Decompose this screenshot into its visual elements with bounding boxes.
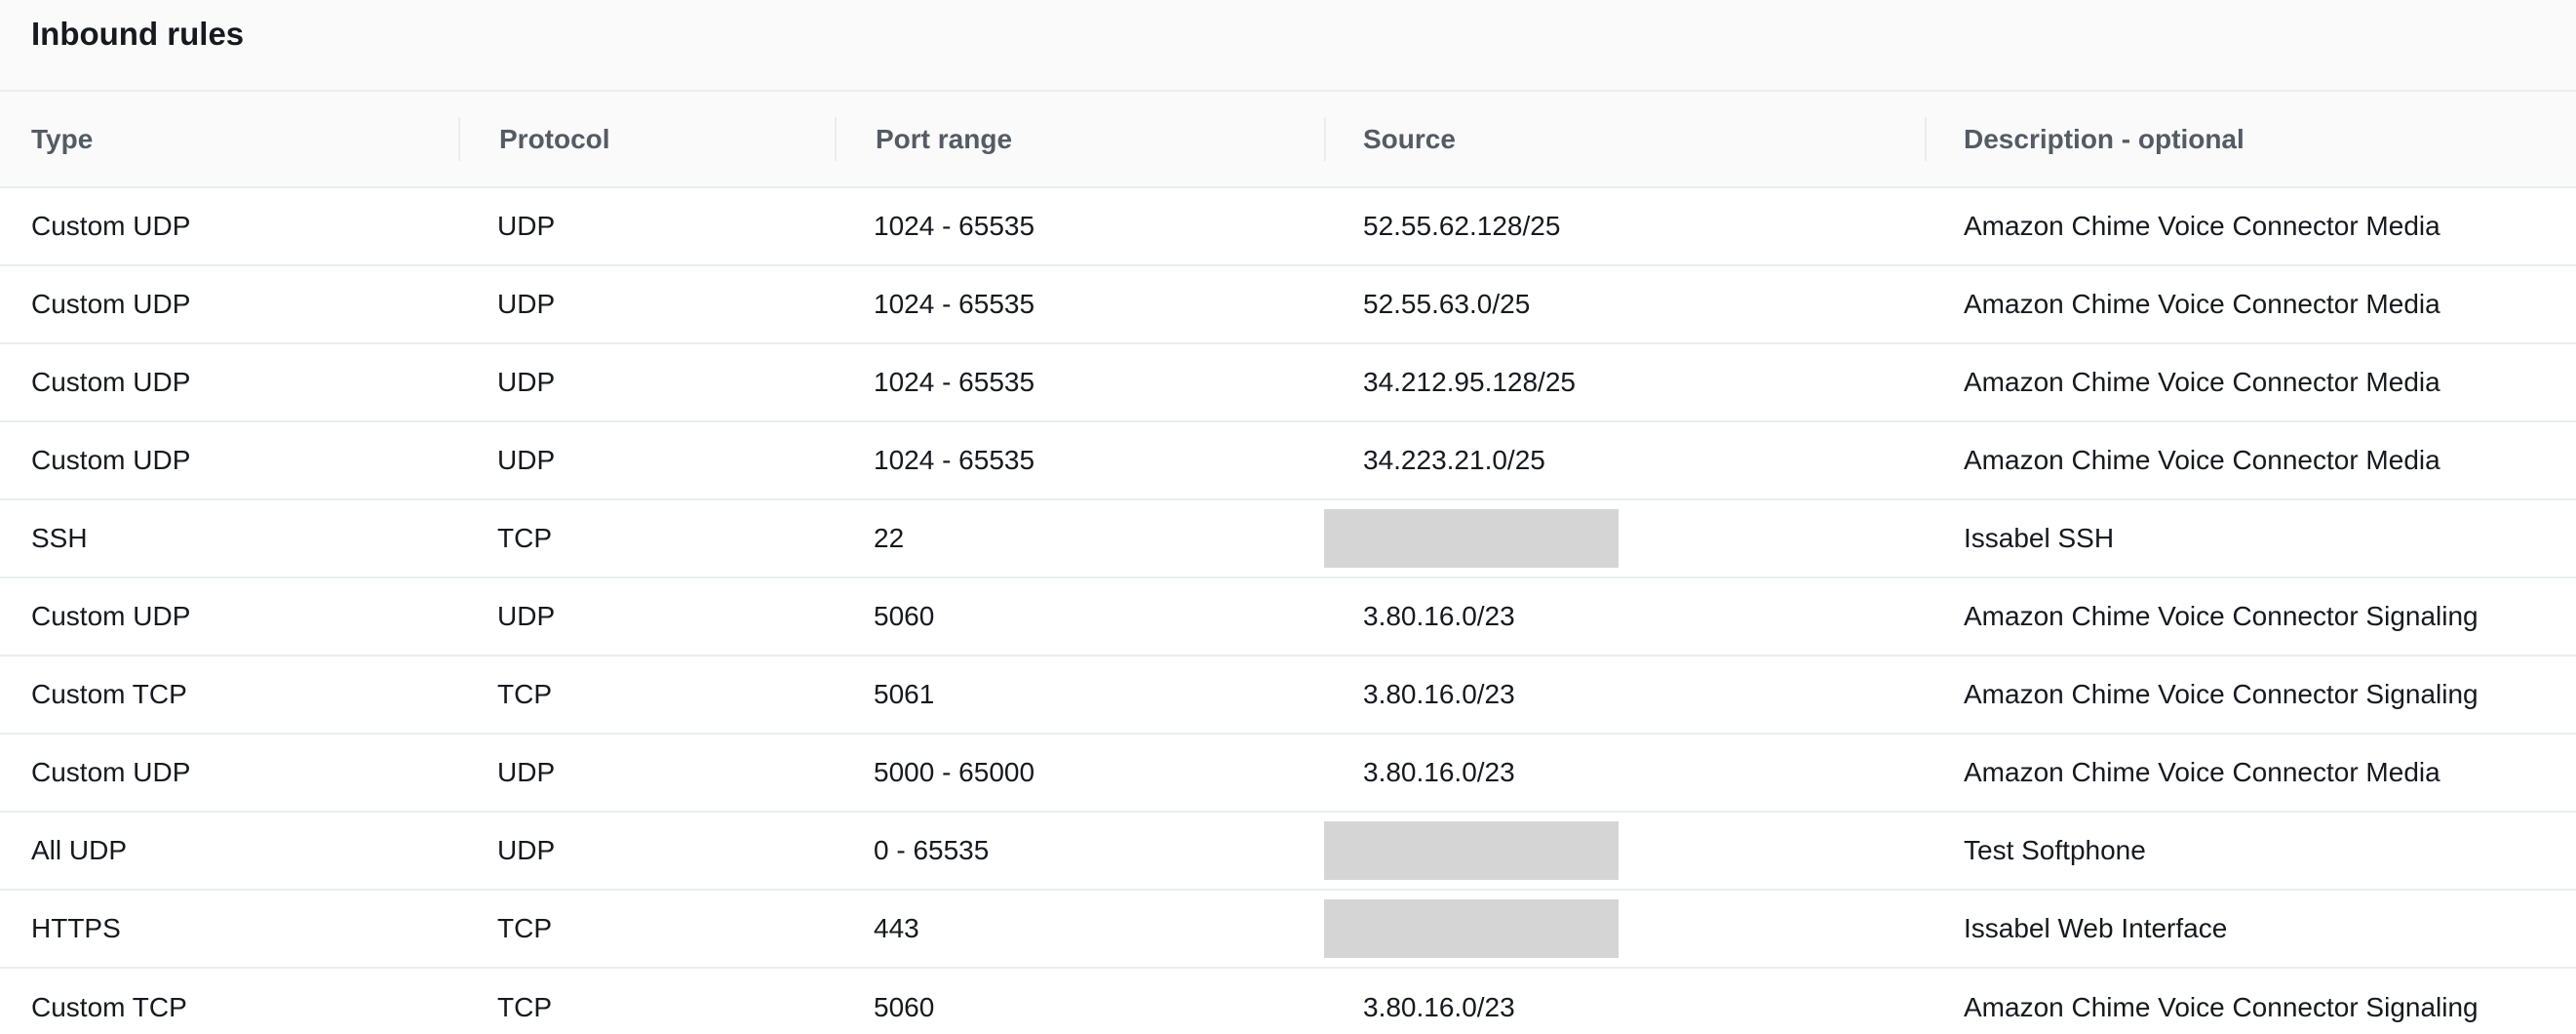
cell-source: 3.80.16.0/23: [1363, 679, 1515, 709]
table-row: HTTPS TCP 443 Issabel Web Interface: [0, 890, 2576, 968]
inbound-rules-table: Type Protocol Port range Source Descript…: [0, 92, 2576, 1034]
table-row: SSH TCP 22 Issabel SSH: [0, 499, 2576, 577]
table-row: Custom UDP UDP 1024 - 65535 52.55.63.0/2…: [0, 265, 2576, 343]
cell-port-range: 0 - 65535: [874, 835, 990, 865]
cell-source-redacted: [1324, 812, 1925, 890]
cell-type: Custom TCP: [31, 679, 187, 709]
cell-type: SSH: [31, 523, 88, 553]
cell-description: Amazon Chime Voice Connector Media: [1964, 445, 2440, 475]
column-header-port-range[interactable]: Port range: [835, 92, 1324, 187]
cell-port-range: 1024 - 65535: [874, 445, 1035, 475]
cell-type: Custom UDP: [31, 601, 191, 631]
cell-port-range: 5060: [874, 601, 935, 631]
cell-description: Amazon Chime Voice Connector Signaling: [1964, 991, 2478, 1022]
table-row: All UDP UDP 0 - 65535 Test Softphone: [0, 812, 2576, 890]
table-row: Custom UDP UDP 1024 - 65535 52.55.62.128…: [0, 187, 2576, 265]
cell-source: 3.80.16.0/23: [1363, 757, 1515, 787]
cell-port-range: 5061: [874, 679, 935, 709]
cell-description: Amazon Chime Voice Connector Media: [1964, 367, 2440, 397]
column-header-type[interactable]: Type: [0, 92, 458, 187]
cell-description: Amazon Chime Voice Connector Media: [1964, 757, 2440, 787]
redacted-block: [1324, 509, 1619, 568]
cell-description: Issabel SSH: [1964, 523, 2115, 553]
cell-port-range: 22: [874, 523, 905, 553]
panel-header: Inbound rules: [0, 0, 2576, 92]
table-row: Custom TCP TCP 5061 3.80.16.0/23 Amazon …: [0, 656, 2576, 734]
cell-description: Amazon Chime Voice Connector Media: [1964, 211, 2440, 241]
column-header-description[interactable]: Description - optional: [1925, 92, 2576, 187]
cell-protocol: TCP: [497, 913, 552, 943]
cell-protocol: UDP: [497, 835, 556, 865]
cell-type: Custom UDP: [31, 211, 191, 241]
cell-protocol: TCP: [497, 679, 552, 709]
cell-port-range: 1024 - 65535: [874, 367, 1035, 397]
column-header-source[interactable]: Source: [1324, 92, 1925, 187]
cell-type: Custom TCP: [31, 991, 187, 1022]
inbound-rules-panel: Inbound rules Type Protocol Port range S…: [0, 0, 2576, 1034]
table-header-row: Type Protocol Port range Source Descript…: [0, 92, 2576, 187]
table-row: Custom UDP UDP 1024 - 65535 34.212.95.12…: [0, 343, 2576, 421]
cell-protocol: UDP: [497, 757, 556, 787]
cell-source: 34.223.21.0/25: [1363, 445, 1545, 475]
cell-port-range: 5060: [874, 991, 935, 1022]
cell-description: Amazon Chime Voice Connector Media: [1964, 289, 2440, 319]
cell-description: Issabel Web Interface: [1964, 913, 2228, 943]
cell-protocol: UDP: [497, 445, 556, 475]
cell-type: Custom UDP: [31, 367, 191, 397]
cell-protocol: UDP: [497, 211, 556, 241]
table-row: Custom UDP UDP 5000 - 65000 3.80.16.0/23…: [0, 734, 2576, 812]
cell-source: 52.55.62.128/25: [1363, 211, 1561, 241]
redacted-block: [1324, 899, 1619, 958]
column-header-protocol[interactable]: Protocol: [458, 92, 835, 187]
cell-port-range: 1024 - 65535: [874, 289, 1035, 319]
cell-type: Custom UDP: [31, 289, 191, 319]
cell-description: Amazon Chime Voice Connector Signaling: [1964, 601, 2478, 631]
cell-type: All UDP: [31, 835, 128, 865]
cell-source: 3.80.16.0/23: [1363, 601, 1515, 631]
cell-source: 34.212.95.128/25: [1363, 367, 1576, 397]
cell-source-redacted: [1324, 890, 1925, 968]
cell-source-redacted: [1324, 499, 1925, 577]
cell-protocol: UDP: [497, 367, 556, 397]
cell-protocol: UDP: [497, 601, 556, 631]
redacted-block: [1324, 821, 1619, 880]
cell-protocol: TCP: [497, 523, 552, 553]
cell-protocol: TCP: [497, 991, 552, 1022]
cell-port-range: 443: [874, 913, 919, 943]
cell-type: HTTPS: [31, 913, 121, 943]
cell-source: 3.80.16.0/23: [1363, 991, 1515, 1022]
table-row: Custom UDP UDP 5060 3.80.16.0/23 Amazon …: [0, 577, 2576, 656]
table-row: Custom UDP UDP 1024 - 65535 34.223.21.0/…: [0, 421, 2576, 499]
cell-protocol: UDP: [497, 289, 556, 319]
cell-port-range: 1024 - 65535: [874, 211, 1035, 241]
cell-description: Test Softphone: [1964, 835, 2146, 865]
cell-type: Custom UDP: [31, 757, 191, 787]
panel-title: Inbound rules: [31, 16, 245, 52]
table-row: Custom TCP TCP 5060 3.80.16.0/23 Amazon …: [0, 968, 2576, 1034]
cell-port-range: 5000 - 65000: [874, 757, 1035, 787]
cell-type: Custom UDP: [31, 445, 191, 475]
cell-source: 52.55.63.0/25: [1363, 289, 1531, 319]
cell-description: Amazon Chime Voice Connector Signaling: [1964, 679, 2478, 709]
